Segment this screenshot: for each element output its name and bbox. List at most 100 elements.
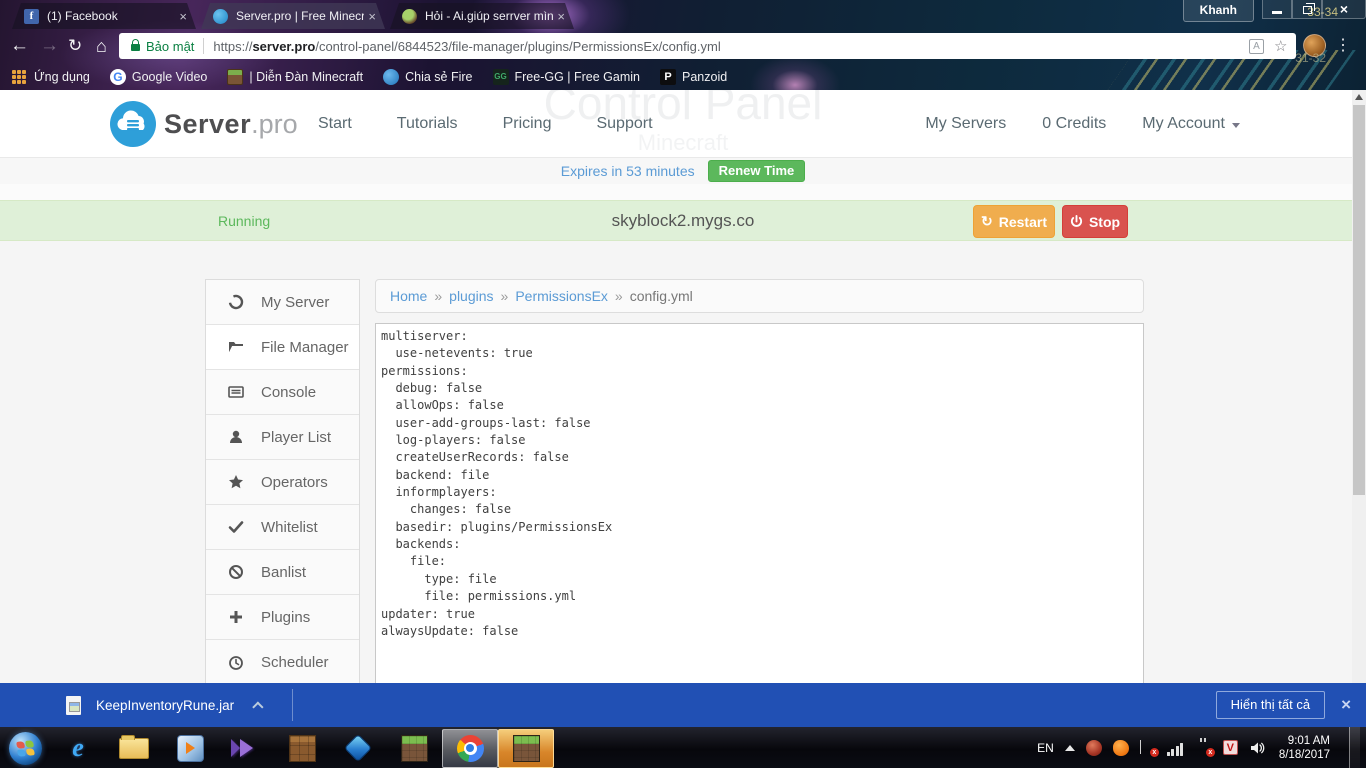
code-line: informplayers: [381, 485, 497, 500]
scrollbar-thumb[interactable] [1353, 105, 1365, 495]
restart-button[interactable]: ↻ Restart [973, 205, 1055, 238]
browser-toolbar: ← → ↻ ⌂ Bảo mật https://server.pro/contr… [0, 29, 1366, 63]
breadcrumb: Home » plugins » PermissionsEx » config.… [375, 279, 1144, 313]
explorer-folder-icon [119, 734, 149, 759]
sidebar-item-console[interactable]: Console [206, 370, 359, 415]
unikey-icon[interactable]: V [1222, 740, 1238, 755]
home-icon[interactable]: ⌂ [96, 34, 107, 58]
bookmark-star-icon[interactable]: ☆ [1274, 37, 1288, 55]
back-icon[interactable]: ← [10, 34, 29, 58]
breadcrumb-permissionsex[interactable]: PermissionsEx [515, 288, 608, 304]
network-signal-icon[interactable] [1166, 740, 1185, 756]
tray-antivirus-icon[interactable] [1112, 739, 1129, 756]
taskbar-item-file-explorer[interactable] [106, 729, 162, 768]
bookmark-panzoid[interactable]: P Panzoid [660, 68, 727, 85]
tab-close-icon[interactable]: × [368, 10, 376, 23]
taskbar-item-minecraft[interactable] [386, 729, 442, 768]
language-indicator[interactable]: EN [1037, 741, 1054, 755]
nav-my-account[interactable]: My Account [1142, 115, 1240, 133]
apps-grid-icon [12, 69, 28, 84]
tab-close-icon[interactable]: × [179, 10, 187, 23]
taskbar-item-minecraft-running[interactable] [498, 728, 554, 768]
clock[interactable]: 9:01 AM 8/18/2017 [1276, 734, 1330, 762]
minimize-button[interactable] [1262, 0, 1292, 19]
brand-name: Server [164, 108, 252, 139]
start-button[interactable] [0, 729, 50, 768]
sidebar-item-my-server[interactable]: My Server [206, 280, 359, 325]
tab-bar: f (1) Facebook × Server.pro | Free Minec… [0, 0, 1366, 29]
code-line: debug: false [381, 381, 483, 396]
tab-serverpro[interactable]: Server.pro | Free Minecra × [201, 3, 385, 29]
power-plug-icon[interactable]: x [1196, 740, 1215, 757]
browser-profile-button[interactable]: Khanh [1182, 0, 1254, 22]
security-label[interactable]: Bảo mật [146, 39, 194, 54]
panzoid-icon: P [660, 68, 676, 85]
tray-app-icon[interactable] [1085, 739, 1102, 756]
browser-menu-icon[interactable]: ⋮ [1335, 34, 1351, 58]
sidebar-item-player-list[interactable]: Player List [206, 415, 359, 460]
code-line: updater: true [381, 606, 475, 621]
chevron-up-icon[interactable] [252, 701, 264, 713]
translate-icon[interactable]: A [1249, 38, 1264, 54]
minimize-icon [1272, 10, 1282, 14]
bookmark-minecraft-forum[interactable]: | Diễn Đàn Minecraft [227, 68, 363, 85]
sidebar-item-banlist[interactable]: Banlist [206, 550, 359, 595]
address-bar[interactable]: Bảo mật https://server.pro/control-panel… [119, 33, 1296, 59]
volume-icon[interactable] [1249, 740, 1265, 756]
breadcrumb-plugins[interactable]: plugins [449, 288, 493, 304]
sidebar-item-whitelist[interactable]: Whitelist [206, 505, 359, 550]
tab-close-icon[interactable]: × [557, 10, 565, 23]
bookmark-free-gg[interactable]: GG Free-GG | Free Gamin [492, 68, 640, 85]
sidebar-item-operators[interactable]: Operators [206, 460, 359, 505]
hidden-icons-arrow[interactable] [1064, 744, 1075, 751]
page-scrollbar[interactable] [1352, 90, 1366, 683]
download-item[interactable]: KeepInventoryRune.jar [66, 695, 264, 715]
show-all-downloads-button[interactable]: Hiển thị tất cả [1215, 691, 1326, 719]
nav-tutorials[interactable]: Tutorials [397, 115, 458, 133]
bookmark-google-video[interactable]: G Google Video [109, 68, 207, 85]
nav-my-servers[interactable]: My Servers [925, 115, 1006, 133]
bookmark-apps[interactable]: Ứng dụng [12, 69, 90, 84]
download-filename: KeepInventoryRune.jar [96, 697, 235, 713]
bookmark-chia-se-fire[interactable]: Chia sẻ Fire [383, 68, 473, 85]
download-divider [292, 689, 294, 721]
chrome-icon [456, 734, 484, 762]
taskbar-item-internet-explorer[interactable]: e [50, 729, 106, 768]
nav-support[interactable]: Support [596, 115, 652, 133]
renew-time-button[interactable]: Renew Time [707, 160, 806, 182]
taskbar-item-kmplayer[interactable] [218, 729, 274, 768]
taskbar-item-crafting-table[interactable] [274, 729, 330, 768]
code-line: use-netevents: true [381, 346, 533, 361]
sidebar-item-plugins[interactable]: Plugins [206, 595, 359, 640]
nav-start[interactable]: Start [318, 115, 352, 133]
forward-icon[interactable]: → [40, 34, 59, 58]
taskbar-item-launcher[interactable] [330, 729, 386, 768]
code-line: multiserver: [381, 329, 468, 343]
site-logo[interactable]: Server .pro [110, 101, 298, 147]
sidebar-item-scheduler[interactable]: Scheduler [206, 640, 359, 683]
nav-credits[interactable]: 0 Credits [1042, 115, 1106, 133]
url-scheme: https:// [213, 38, 253, 54]
nav-pricing[interactable]: Pricing [503, 115, 552, 133]
main-nav: Start Tutorials Pricing Support [318, 90, 653, 158]
sidebar-item-label: Banlist [261, 563, 307, 581]
minecraft-favicon-icon [402, 9, 417, 24]
file-icon [66, 695, 81, 715]
download-bar-close-icon[interactable]: × [1341, 695, 1351, 715]
action-center-flag-icon[interactable]: x [1140, 740, 1159, 757]
close-button[interactable]: × [1322, 0, 1366, 19]
tab-question[interactable]: Hỏi - Ai.giúp serrver mìn × [390, 3, 574, 29]
scrollbar-up-icon[interactable] [1355, 94, 1363, 100]
sidebar-item-file-manager[interactable]: File Manager [206, 325, 359, 370]
tab-facebook[interactable]: f (1) Facebook × [12, 3, 196, 29]
show-desktop-button[interactable] [1349, 727, 1360, 768]
restore-button[interactable] [1292, 0, 1322, 19]
sidebar-item-label: Plugins [261, 608, 311, 626]
reload-icon[interactable]: ↻ [68, 34, 82, 58]
stop-button[interactable]: Stop [1062, 205, 1128, 238]
sidebar-item-label: My Server [261, 293, 330, 311]
taskbar-item-chrome-active[interactable] [442, 728, 498, 768]
taskbar-item-media-player[interactable] [162, 729, 218, 768]
config-file-editor[interactable]: multiserver: use-netevents: true permiss… [375, 323, 1144, 683]
breadcrumb-home[interactable]: Home [390, 288, 427, 304]
